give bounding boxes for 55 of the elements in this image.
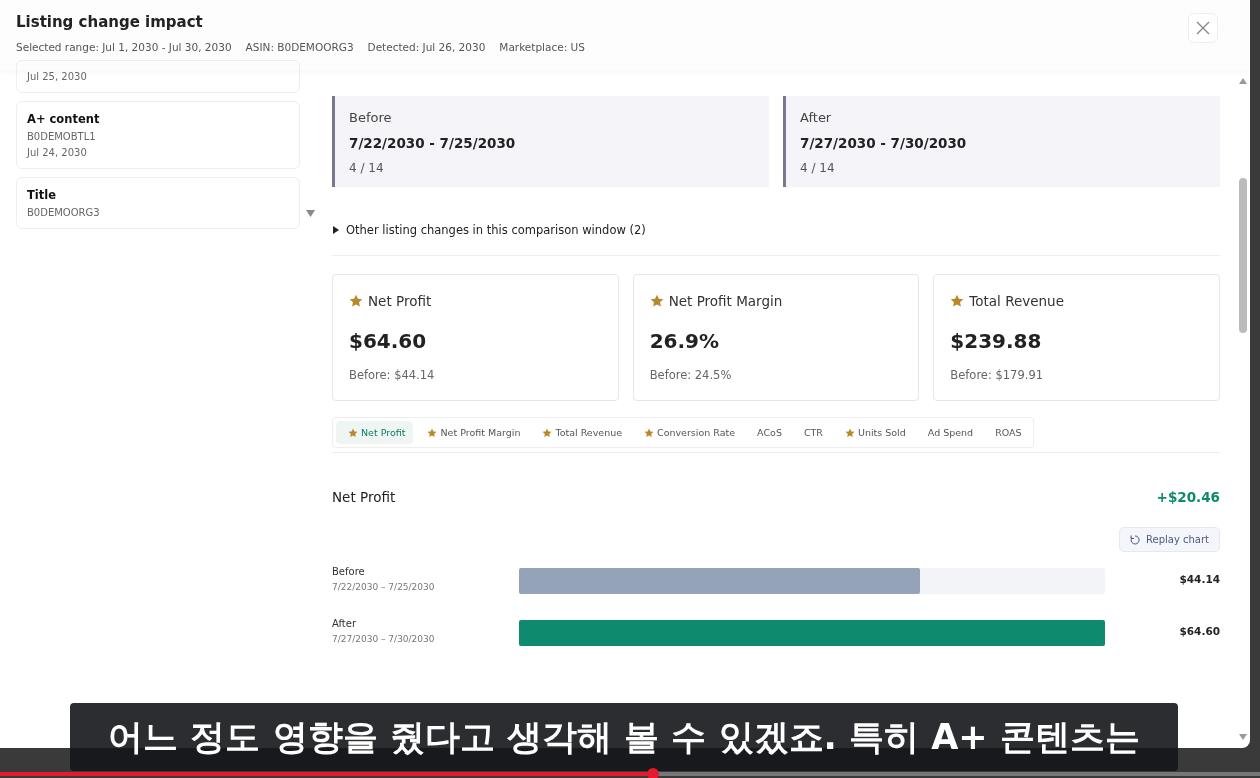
- metric-tab[interactable]: ACoS: [745, 421, 790, 444]
- modal-title: Listing change impact: [16, 13, 203, 31]
- metric-tab[interactable]: Conversion Rate: [632, 421, 744, 444]
- video-subtitle: 어느 정도 영향을 줬다고 생각해 볼 수 있겠죠. 특히 A+ 콘텐츠는: [70, 703, 1178, 771]
- kpi-value: $64.60: [349, 329, 428, 353]
- change-card[interactable]: Title B0DEMOORG3: [16, 177, 300, 229]
- bar-value: $44.14: [1178, 573, 1220, 585]
- change-asin: B0DEMOORG3: [27, 207, 101, 218]
- change-asin: B0DEMOBTL1: [27, 131, 97, 142]
- window-label: After: [800, 110, 833, 125]
- change-date: Jul 24, 2030: [27, 147, 88, 158]
- metric-tab[interactable]: ROAS: [983, 421, 1030, 444]
- window-range: 7/22/2030 - 7/25/2030: [349, 135, 517, 151]
- bar-range: 7/22/2030 – 7/25/2030: [332, 582, 436, 592]
- kpi-before: Before: 24.5%: [649, 368, 733, 382]
- kpi-before: Before: $44.14: [349, 368, 436, 382]
- kpi-before: Before: $179.91: [950, 368, 1045, 382]
- other-changes-toggle[interactable]: Other listing changes in this comparison window (2): [332, 223, 646, 237]
- bar-value: $64.60: [1178, 625, 1220, 637]
- meta-text: Detected: Jul 26, 2030: [367, 41, 486, 53]
- scroll-down-icon[interactable]: [306, 210, 315, 217]
- metric-tab[interactable]: CTR: [791, 421, 831, 444]
- bar-label: After: [332, 618, 357, 629]
- meta-text: Selected range: Jul 1, 2030 - Jul 30, 2030: [16, 41, 232, 53]
- metric-tab[interactable]: Units Sold: [832, 421, 914, 444]
- replay-button[interactable]: Replay chart: [1119, 527, 1220, 552]
- bar-label: Before: [332, 566, 366, 577]
- kpi-label: Total Revenue: [969, 293, 1064, 309]
- kpi-value: 26.9%: [649, 329, 721, 353]
- kpi-value: $239.88: [950, 329, 1043, 353]
- progress-handle[interactable]: [646, 768, 659, 778]
- close-button[interactable]: [1188, 13, 1218, 43]
- change-card[interactable]: Jul 25, 2030: [16, 60, 300, 93]
- bar-range: 7/27/2030 – 7/30/2030: [332, 634, 436, 644]
- delta-value: +$20.46: [1156, 489, 1220, 505]
- change-date: Jul 25, 2030: [27, 71, 88, 82]
- window-label: Before: [349, 110, 393, 125]
- metric-tab[interactable]: Total Revenue: [530, 421, 631, 444]
- metric-tab[interactable]: Net Profit Margin: [415, 421, 529, 444]
- change-title: Title: [27, 188, 58, 202]
- change-card[interactable]: A+ content B0DEMOBTL1 Jul 24, 2030: [16, 101, 300, 169]
- change-title: A+ content: [27, 112, 101, 126]
- metric-tab[interactable]: Ad Spend: [915, 421, 982, 444]
- chart-title: Net Profit: [332, 489, 396, 505]
- window-coverage: 4 / 14: [800, 161, 836, 175]
- kpi-label: Net Profit Margin: [668, 293, 783, 309]
- close-icon: [1196, 21, 1210, 35]
- meta-text: Marketplace: US: [499, 41, 585, 53]
- window-range: 7/27/2030 - 7/30/2030: [800, 135, 968, 151]
- replay-icon: [1130, 534, 1140, 545]
- window-coverage: 4 / 14: [349, 161, 385, 175]
- metric-tab[interactable]: Net Profit: [336, 421, 414, 444]
- kpi-label: Net Profit: [368, 293, 432, 309]
- disclosure-icon: [332, 226, 340, 234]
- meta-text: ASIN: B0DEMOORG3: [245, 41, 354, 53]
